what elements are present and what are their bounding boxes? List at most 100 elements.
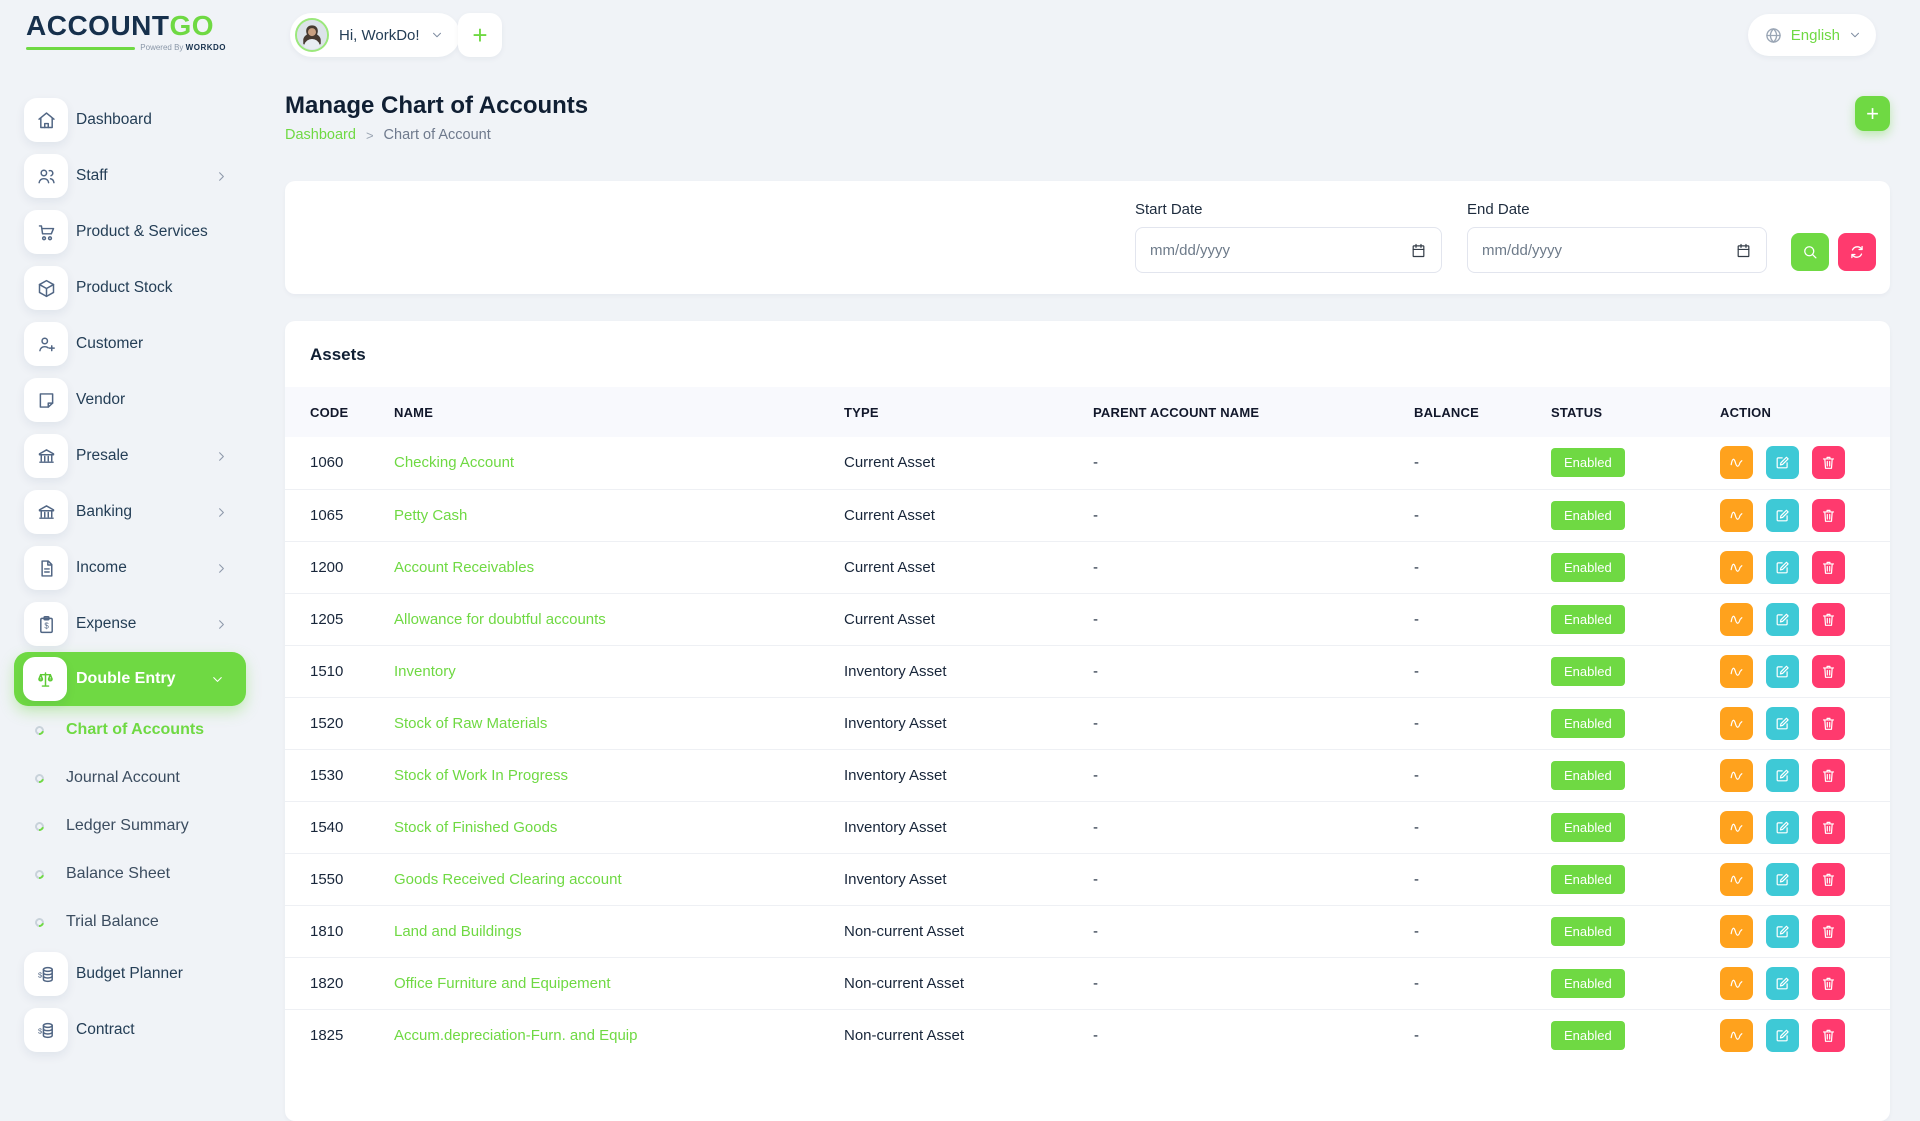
sidebar-item-staff[interactable]: Staff (0, 148, 260, 204)
account-balance: - (1414, 853, 1551, 905)
edit-button[interactable] (1766, 863, 1799, 896)
delete-button[interactable] (1812, 1019, 1845, 1052)
clipboard-dollar-icon: $ (36, 614, 57, 635)
sidebar-item-banking[interactable]: Banking (0, 484, 260, 540)
delete-button[interactable] (1812, 967, 1845, 1000)
account-code: 1065 (285, 489, 394, 541)
delete-button[interactable] (1812, 499, 1845, 532)
account-name-link[interactable]: Petty Cash (394, 507, 467, 524)
transactions-button[interactable] (1720, 707, 1753, 740)
wave-icon (1728, 1027, 1745, 1044)
box-icon (36, 278, 57, 299)
delete-button[interactable] (1812, 603, 1845, 636)
account-name-link[interactable]: Checking Account (394, 454, 514, 471)
account-name-link[interactable]: Accum.depreciation-Furn. and Equip (394, 1027, 637, 1044)
main-content: Manage Chart of Accounts Dashboard > Cha… (285, 92, 1890, 1121)
delete-button[interactable] (1812, 551, 1845, 584)
user-menu[interactable]: Hi, WorkDo! (290, 13, 460, 57)
delete-button[interactable] (1812, 655, 1845, 688)
calendar-icon[interactable] (1410, 242, 1427, 259)
account-name-link[interactable]: Stock of Work In Progress (394, 767, 568, 784)
edit-button[interactable] (1766, 707, 1799, 740)
edit-button[interactable] (1766, 655, 1799, 688)
transactions-button[interactable] (1720, 1019, 1753, 1052)
edit-button[interactable] (1766, 967, 1799, 1000)
svg-text:$: $ (44, 621, 49, 630)
delete-button[interactable] (1812, 707, 1845, 740)
reset-button[interactable] (1838, 233, 1876, 271)
transactions-button[interactable] (1720, 811, 1753, 844)
trash-icon (1820, 454, 1837, 471)
status-badge: Enabled (1551, 865, 1625, 894)
delete-button[interactable] (1812, 811, 1845, 844)
sidebar-item-dashboard[interactable]: Dashboard (0, 92, 260, 148)
account-name-link[interactable]: Stock of Finished Goods (394, 819, 557, 836)
section-title: Assets (285, 321, 1890, 365)
sidebar-item-customer[interactable]: Customer (0, 316, 260, 372)
delete-button[interactable] (1812, 759, 1845, 792)
transactions-button[interactable] (1720, 499, 1753, 532)
end-date-input[interactable]: mm/dd/yyyy (1467, 227, 1767, 273)
delete-button[interactable] (1812, 915, 1845, 948)
account-name-link[interactable]: Office Furniture and Equipement (394, 975, 611, 992)
delete-button[interactable] (1812, 863, 1845, 896)
table-row: 1825 Accum.depreciation-Furn. and Equip … (285, 1009, 1890, 1061)
calendar-icon[interactable] (1735, 242, 1752, 259)
account-name-link[interactable]: Inventory (394, 663, 456, 680)
transactions-button[interactable] (1720, 967, 1753, 1000)
account-name-link[interactable]: Stock of Raw Materials (394, 715, 547, 732)
account-balance: - (1414, 905, 1551, 957)
transactions-button[interactable] (1720, 915, 1753, 948)
wave-icon (1728, 767, 1745, 784)
sidebar-subitem-balance-sheet[interactable]: Balance Sheet (0, 850, 260, 898)
delete-button[interactable] (1812, 446, 1845, 479)
sidebar-subitem-ledger-summary[interactable]: Ledger Summary (0, 802, 260, 850)
account-name-link[interactable]: Land and Buildings (394, 923, 522, 940)
edit-button[interactable] (1766, 1019, 1799, 1052)
sidebar-subitem-trial-balance[interactable]: Trial Balance (0, 898, 260, 946)
start-date-input[interactable]: mm/dd/yyyy (1135, 227, 1442, 273)
transactions-button[interactable] (1720, 551, 1753, 584)
account-name-link[interactable]: Allowance for doubtful accounts (394, 611, 606, 628)
breadcrumb-dashboard-link[interactable]: Dashboard (285, 127, 356, 143)
column-name: NAME (394, 387, 844, 437)
sidebar-item-budget-planner[interactable]: $ Budget Planner (0, 946, 260, 1002)
edit-icon (1774, 611, 1791, 628)
bullet-icon (33, 772, 46, 785)
app-logo[interactable]: ACCOUNTGO Powered By WORKDO (26, 11, 226, 52)
status-badge: Enabled (1551, 761, 1625, 790)
sidebar-item-presale[interactable]: Presale (0, 428, 260, 484)
edit-button[interactable] (1766, 811, 1799, 844)
edit-button[interactable] (1766, 446, 1799, 479)
sidebar-item-income[interactable]: Income (0, 540, 260, 596)
status-badge: Enabled (1551, 448, 1625, 477)
search-button[interactable] (1791, 233, 1829, 271)
transactions-button[interactable] (1720, 863, 1753, 896)
sidebar-item-product-stock[interactable]: Product Stock (0, 260, 260, 316)
app-logo-tagline: Powered By WORKDO (26, 43, 226, 52)
transactions-button[interactable] (1720, 759, 1753, 792)
sidebar-subitem-journal-account[interactable]: Journal Account (0, 754, 260, 802)
sidebar-item-double-entry[interactable]: Double Entry (14, 652, 246, 706)
transactions-button[interactable] (1720, 603, 1753, 636)
edit-button[interactable] (1766, 551, 1799, 584)
table-row: 1510 Inventory Inventory Asset - - Enabl… (285, 645, 1890, 697)
account-name-link[interactable]: Goods Received Clearing account (394, 871, 622, 888)
language-selector[interactable]: English (1748, 14, 1876, 56)
sidebar-subitem-chart-of-accounts[interactable]: Chart of Accounts (0, 706, 260, 754)
sidebar-item-expense[interactable]: $ Expense (0, 596, 260, 652)
sidebar-item-vendor[interactable]: Vendor (0, 372, 260, 428)
transactions-button[interactable] (1720, 655, 1753, 688)
edit-button[interactable] (1766, 499, 1799, 532)
quick-add-button[interactable]: + (458, 13, 502, 57)
account-type: Current Asset (844, 541, 1093, 593)
edit-button[interactable] (1766, 603, 1799, 636)
edit-button[interactable] (1766, 915, 1799, 948)
transactions-button[interactable] (1720, 446, 1753, 479)
create-account-button[interactable]: + (1855, 96, 1890, 131)
trash-icon (1820, 663, 1837, 680)
sidebar-item-contract[interactable]: $ Contract (0, 1002, 260, 1058)
account-name-link[interactable]: Account Receivables (394, 559, 534, 576)
edit-button[interactable] (1766, 759, 1799, 792)
sidebar-item-product-services[interactable]: Product & Services (0, 204, 260, 260)
